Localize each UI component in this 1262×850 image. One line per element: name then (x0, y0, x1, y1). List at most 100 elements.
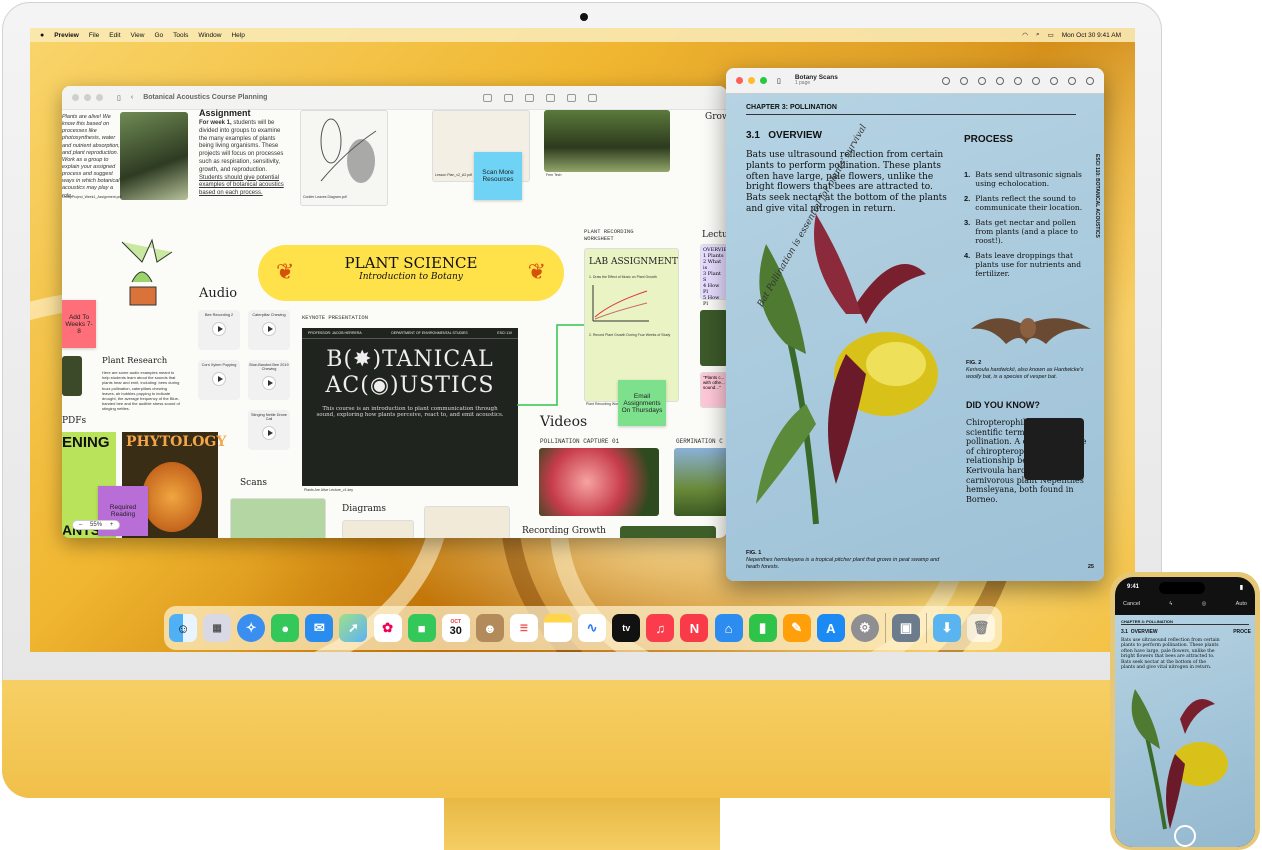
minimize-button[interactable] (748, 77, 755, 84)
calendar-icon[interactable]: OCT 30 (441, 614, 470, 642)
photos-icon[interactable]: ✿ (373, 614, 402, 642)
info-icon[interactable] (942, 76, 950, 85)
play-icon[interactable] (262, 376, 276, 390)
media-tool-icon[interactable] (567, 93, 576, 102)
control-center-icon[interactable]: ▭ (1048, 31, 1054, 39)
group-project-file[interactable]: GroupProject_Week1_Assignment.pdf (62, 195, 121, 200)
cancel-button[interactable]: Cancel (1123, 601, 1140, 607)
numbers-icon[interactable]: ▮ (748, 614, 777, 642)
auto-button[interactable]: Auto (1236, 601, 1247, 607)
menu-window[interactable]: Window (198, 32, 221, 39)
app-store-icon[interactable]: A (816, 614, 845, 642)
keynote-icon[interactable]: ⌂ (714, 614, 743, 642)
folder-tool-icon[interactable] (588, 93, 597, 102)
safari-icon[interactable]: ✧ (237, 614, 266, 642)
zoom-in-button[interactable]: + (110, 522, 114, 528)
text-tool-icon[interactable] (525, 93, 534, 102)
facetime-icon[interactable]: ■ (407, 614, 436, 642)
scan-thumbnail[interactable] (230, 498, 326, 538)
search-icon[interactable]: ⌕ (1036, 31, 1040, 39)
diagram-thumbnail[interactable] (342, 520, 414, 538)
note-tool-icon[interactable] (483, 93, 492, 102)
greenhouse-photo[interactable] (544, 110, 670, 172)
sticky-email-assignments[interactable]: Email Assignments On Thursdays (618, 380, 666, 426)
play-icon[interactable] (212, 322, 226, 336)
contacts-icon[interactable]: ☻ (475, 614, 504, 642)
launchpad-icon[interactable]: ▦ (203, 614, 232, 642)
music-icon[interactable]: ♫ (646, 614, 675, 642)
minimize-button[interactable] (84, 94, 91, 101)
zoom-out-icon[interactable] (960, 76, 968, 85)
preview-icon[interactable]: ▣ (891, 614, 920, 642)
menu-file[interactable]: File (89, 32, 99, 39)
lecture-photo[interactable] (700, 310, 727, 366)
flash-icon[interactable]: ϟ (1169, 601, 1172, 607)
tv-icon[interactable]: tv (612, 614, 641, 642)
shape-tool-icon[interactable] (504, 93, 513, 102)
keynote-file-name[interactable]: Plants Are Alive Lecture_v1.key (304, 488, 353, 493)
annotate-icon[interactable] (1050, 76, 1058, 85)
zoom-in-icon[interactable] (978, 76, 986, 85)
mail-icon[interactable]: ✉ (305, 614, 334, 642)
pages-icon[interactable]: ✎ (782, 614, 811, 642)
audio-clip-bee[interactable]: Bee Recording 2 (198, 310, 240, 350)
sticky-add-to-weeks[interactable]: Add To Weeks 7-8 (62, 300, 96, 348)
form-icon[interactable] (1068, 76, 1076, 85)
lecture-outline[interactable]: OVERVIEW 1 Plants 2 What is 3 Plant S 4 … (700, 244, 727, 307)
video-pollination-thumbnail[interactable] (539, 448, 659, 516)
search-icon[interactable] (1086, 76, 1094, 85)
audio-clip-corn[interactable]: Corn Xylem Popping (198, 360, 240, 400)
conifer-diagram-card[interactable]: Conifer Leaves Diagram.pdf (300, 110, 388, 206)
share-icon[interactable] (996, 76, 1004, 85)
quote-card[interactable]: "Plants c... with othe... sound..." (700, 372, 727, 408)
freeform-icon[interactable]: ∿ (578, 614, 607, 642)
image-tool-icon[interactable] (546, 93, 555, 102)
reminders-icon[interactable]: ☰ (509, 614, 538, 642)
zoom-button[interactable] (760, 77, 767, 84)
video-thumbnail[interactable] (62, 356, 82, 396)
plant-science-banner[interactable]: ❦ PLANT SCIENCE Introduction to Botany ❦ (258, 245, 564, 301)
sticky-scan-more[interactable]: Scan More Resources (474, 152, 522, 200)
back-icon[interactable]: ‹ (131, 94, 133, 101)
system-settings-icon[interactable]: ⚙ (850, 614, 879, 642)
close-button[interactable] (736, 77, 743, 84)
audio-clip-caterpillar[interactable]: Caterpillar Chewing (248, 310, 290, 350)
messages-icon[interactable]: ● (271, 614, 300, 642)
menu-help[interactable]: Help (231, 32, 244, 39)
filter-icon[interactable]: ◎ (1202, 601, 1207, 607)
plant-closeup-photo[interactable] (620, 526, 716, 538)
video-germination-thumbnail[interactable] (674, 448, 727, 516)
keynote-preview[interactable]: PROFESSOR: JACOB HERRERA DEPARTMENT OF EN… (302, 328, 518, 486)
lab-assignment-card[interactable]: LAB ASSIGNMENT 1. Draw the Effect of Mus… (584, 248, 679, 402)
zoom-button[interactable] (96, 94, 103, 101)
diagram-thumbnail[interactable] (424, 506, 510, 538)
menubar-clock[interactable]: Mon Oct 30 9:41 AM (1062, 32, 1121, 39)
play-icon[interactable] (262, 426, 276, 440)
sidebar-icon[interactable]: ▯ (777, 77, 781, 85)
zoom-control[interactable]: – 55% + (72, 520, 121, 530)
markup-icon[interactable] (1014, 76, 1022, 85)
play-icon[interactable] (212, 372, 226, 386)
camera-scan-preview[interactable]: CHAPTER 3: POLLINATION 3.1 OVERVIEW PROCE… (1115, 615, 1255, 847)
sidebar-icon[interactable]: ▯ (117, 94, 121, 102)
zoom-out-button[interactable]: – (79, 522, 82, 528)
document-page[interactable]: CHAPTER 3: POLLINATION 3.1 OVERVIEW Bats… (726, 94, 1104, 581)
downloads-icon[interactable]: ⬇ (933, 614, 962, 642)
trash-icon[interactable]: 🗑 (967, 614, 996, 642)
freeform-canvas[interactable]: Plants are alive! We know this based on … (62, 108, 727, 538)
menu-tools[interactable]: Tools (173, 32, 188, 39)
menu-app-name[interactable]: Preview (54, 32, 79, 39)
menu-go[interactable]: Go (154, 32, 163, 39)
finder-icon[interactable]: ☺ (169, 614, 197, 642)
wifi-icon[interactable]: ◠ (1022, 31, 1028, 39)
news-icon[interactable]: N (680, 614, 709, 642)
close-button[interactable] (72, 94, 79, 101)
audio-clip-blue-bee[interactable]: Blue-Banded Bee 2019 Chewing (248, 360, 290, 400)
menu-view[interactable]: View (131, 32, 145, 39)
maps-icon[interactable]: ➚ (339, 614, 368, 642)
audio-clip-nettle[interactable]: Stinging Nettle Drone Call (248, 410, 290, 450)
notes-icon[interactable] (544, 614, 573, 642)
shutter-button[interactable] (1174, 825, 1196, 847)
apple-menu-icon[interactable]: ● (40, 32, 44, 39)
play-icon[interactable] (262, 322, 276, 336)
